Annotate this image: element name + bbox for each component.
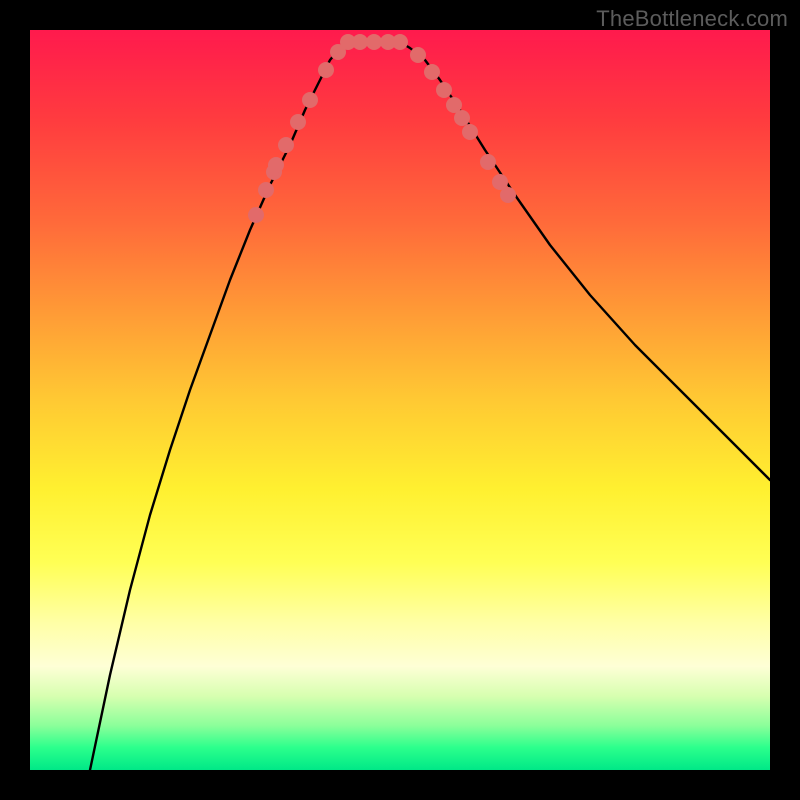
chart-plot-area bbox=[30, 30, 770, 770]
data-marker bbox=[410, 47, 426, 63]
data-marker bbox=[290, 114, 306, 130]
data-marker bbox=[258, 182, 274, 198]
data-marker bbox=[436, 82, 452, 98]
data-marker bbox=[278, 137, 294, 153]
data-marker bbox=[454, 110, 470, 126]
data-marker bbox=[392, 34, 408, 50]
data-marker bbox=[318, 62, 334, 78]
data-marker bbox=[500, 187, 516, 203]
watermark-label: TheBottleneck.com bbox=[596, 6, 788, 32]
chart-svg bbox=[30, 30, 770, 770]
data-marker bbox=[424, 64, 440, 80]
data-marker bbox=[352, 34, 368, 50]
data-marker bbox=[462, 124, 478, 140]
data-marker bbox=[248, 207, 264, 223]
data-marker bbox=[366, 34, 382, 50]
chart-frame: TheBottleneck.com bbox=[0, 0, 800, 800]
bottleneck-curve bbox=[90, 42, 770, 770]
data-marker bbox=[480, 154, 496, 170]
data-marker bbox=[268, 157, 284, 173]
data-marker bbox=[302, 92, 318, 108]
